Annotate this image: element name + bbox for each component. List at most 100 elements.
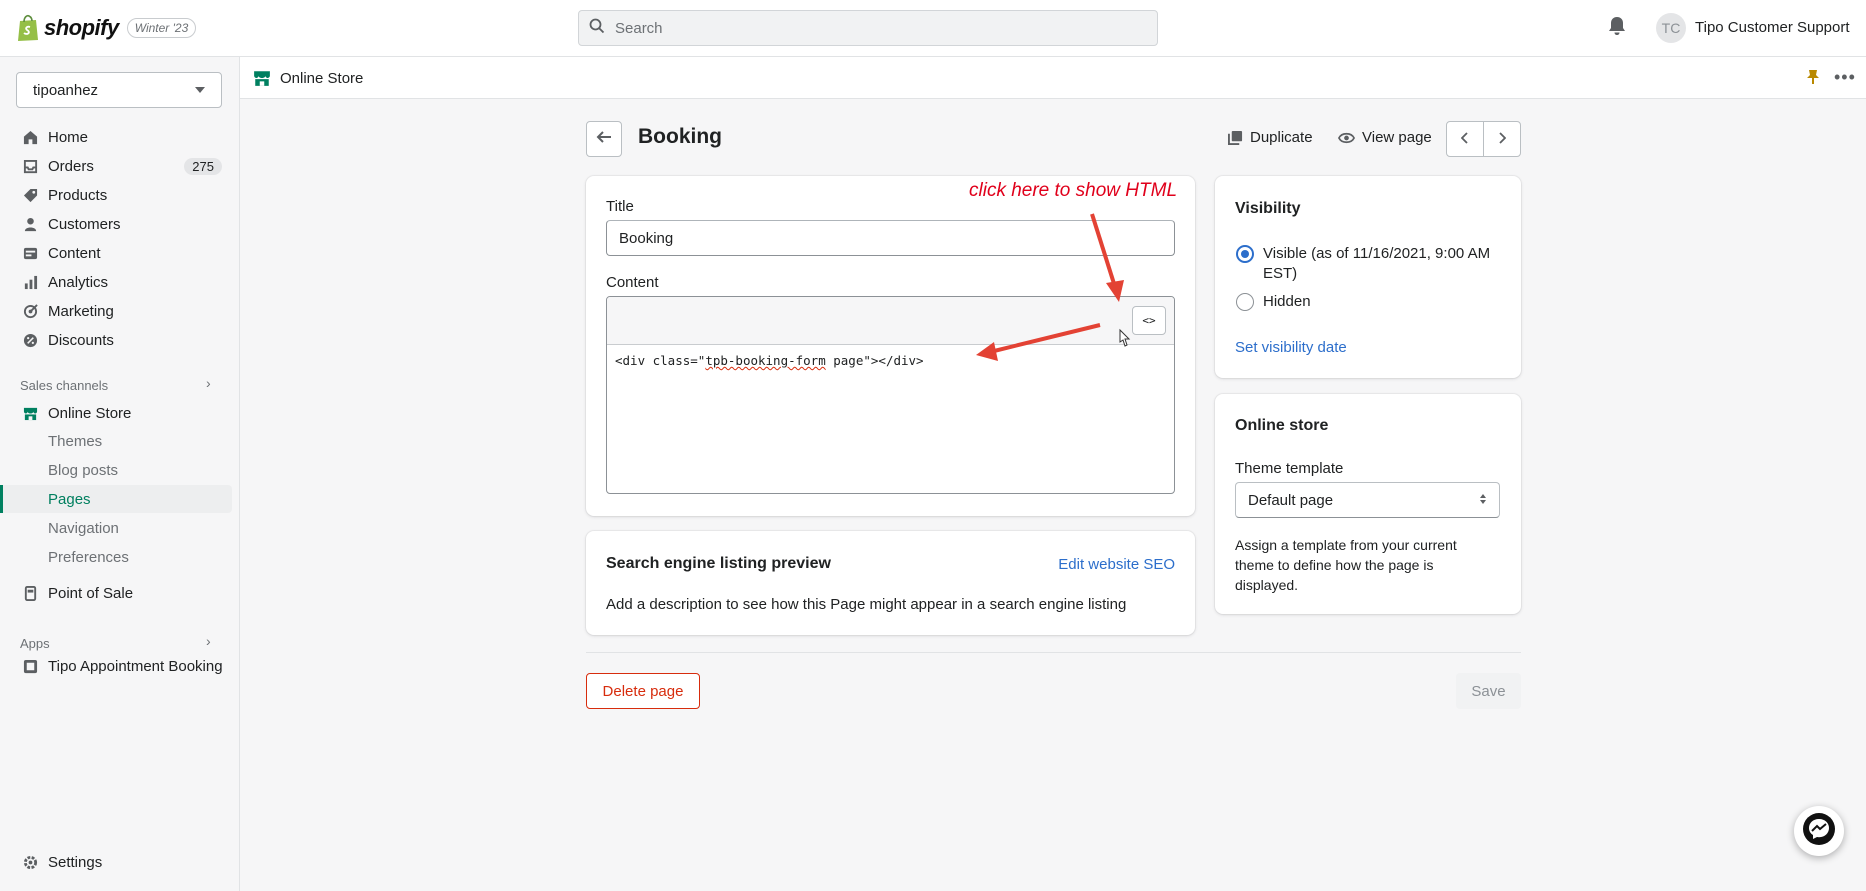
shopify-logo[interactable]: shopify Winter '23 bbox=[16, 14, 197, 42]
person-icon bbox=[22, 216, 38, 232]
sidebar-item-blog-posts[interactable]: Blog posts bbox=[0, 456, 232, 484]
visibility-heading: Visibility bbox=[1235, 200, 1301, 217]
messenger-chat-button[interactable] bbox=[1794, 806, 1844, 856]
visibility-card: Visibility Visible (as of 11/16/2021, 9:… bbox=[1215, 176, 1521, 378]
sidebar-item-label: Home bbox=[48, 128, 89, 146]
shopify-bag-icon bbox=[16, 14, 40, 42]
html-code-area[interactable]: <div class="tpb-booking-form page"></div… bbox=[607, 345, 1174, 376]
sidebar-item-label: Analytics bbox=[48, 273, 109, 291]
chevron-right-icon bbox=[1498, 131, 1507, 148]
arrow-left-icon bbox=[596, 130, 612, 148]
avatar[interactable]: TC bbox=[1656, 13, 1686, 43]
sidebar-item-label: Point of Sale bbox=[48, 584, 134, 602]
content-editor[interactable]: <> <div class="tpb-booking-form page"></… bbox=[606, 296, 1175, 494]
save-button[interactable]: Save bbox=[1456, 673, 1521, 709]
discount-icon bbox=[22, 332, 38, 348]
tag-icon bbox=[22, 187, 38, 203]
sidebar-item-label: Discounts bbox=[48, 331, 114, 349]
sidebar-item-marketing[interactable]: Marketing bbox=[0, 297, 232, 325]
previous-page-button[interactable] bbox=[1447, 122, 1484, 156]
top-bar: shopify Winter '23 Search TC Tipo Custom… bbox=[0, 0, 1866, 57]
pin-icon[interactable] bbox=[1806, 69, 1820, 89]
sidebar-item-themes[interactable]: Themes bbox=[0, 427, 232, 455]
sidebar-item-label: Orders bbox=[48, 157, 94, 175]
hidden-label: Hidden bbox=[1263, 293, 1311, 310]
sidebar: tipoanhez Home Orders 275 Products Custo… bbox=[0, 57, 240, 891]
delete-page-button[interactable]: Delete page bbox=[586, 673, 700, 709]
annotation-text: click here to show HTML bbox=[969, 180, 1178, 201]
edition-badge: Winter '23 bbox=[126, 18, 197, 38]
sidebar-item-discounts[interactable]: Discounts bbox=[0, 326, 232, 354]
bell-icon[interactable] bbox=[1608, 16, 1626, 40]
select-arrows-icon bbox=[1479, 492, 1487, 509]
orders-count-badge: 275 bbox=[184, 157, 222, 175]
sidebar-item-label: Content bbox=[48, 244, 101, 262]
caret-down-icon bbox=[195, 87, 205, 93]
back-button[interactable] bbox=[586, 121, 622, 157]
chevron-right-icon[interactable]: › bbox=[206, 633, 211, 649]
visible-radio[interactable] bbox=[1236, 245, 1254, 263]
sidebar-item-online-store[interactable]: Online Store bbox=[0, 399, 232, 427]
online-store-heading: Online store bbox=[1235, 417, 1329, 434]
sidebar-item-analytics[interactable]: Analytics bbox=[0, 268, 232, 296]
sidebar-item-label: Customers bbox=[48, 215, 121, 233]
user-name[interactable]: Tipo Customer Support bbox=[1695, 19, 1850, 36]
sidebar-item-navigation[interactable]: Navigation bbox=[0, 514, 232, 542]
sidebar-item-preferences[interactable]: Preferences bbox=[0, 543, 232, 571]
sidebar-item-pages[interactable]: Pages bbox=[0, 485, 232, 513]
visible-label: Visible (as of 11/16/2021, 9:00 AM EST) bbox=[1263, 245, 1491, 282]
code-suffix: page"></div> bbox=[825, 353, 924, 368]
view-page-label: View page bbox=[1362, 129, 1432, 146]
view-page-button[interactable]: View page bbox=[1338, 129, 1432, 146]
online-store-card: Online store Theme template Default page… bbox=[1215, 394, 1521, 614]
search-placeholder: Search bbox=[615, 19, 663, 37]
hidden-radio[interactable] bbox=[1236, 293, 1254, 311]
set-visibility-date-link[interactable]: Set visibility date bbox=[1235, 339, 1347, 356]
online-store-header: Online Store ••• bbox=[240, 57, 1866, 99]
sidebar-item-label: Tipo Appointment Booking bbox=[48, 657, 223, 675]
pos-icon bbox=[22, 585, 38, 601]
duplicate-button[interactable]: Duplicate bbox=[1228, 129, 1313, 146]
analytics-icon bbox=[22, 274, 38, 290]
store-selector[interactable]: tipoanhez bbox=[16, 72, 222, 108]
title-value: Booking bbox=[619, 229, 674, 247]
page-title: Booking bbox=[638, 125, 722, 148]
duplicate-icon bbox=[1228, 130, 1243, 145]
sidebar-item-home[interactable]: Home bbox=[0, 123, 232, 151]
title-label: Title bbox=[606, 198, 634, 215]
search-input[interactable]: Search bbox=[578, 10, 1158, 46]
edit-seo-link[interactable]: Edit website SEO bbox=[1058, 556, 1175, 573]
brand-name: shopify bbox=[44, 15, 119, 40]
sidebar-item-orders[interactable]: Orders 275 bbox=[0, 152, 232, 180]
seo-description: Add a description to see how this Page m… bbox=[606, 596, 1127, 613]
sales-channels-label: Sales channels bbox=[20, 378, 109, 393]
duplicate-label: Duplicate bbox=[1250, 129, 1313, 146]
code-class-name: tpb-booking-form bbox=[705, 353, 826, 368]
next-page-button[interactable] bbox=[1484, 122, 1520, 156]
sidebar-item-customers[interactable]: Customers bbox=[0, 210, 232, 238]
sidebar-item-point-of-sale[interactable]: Point of Sale bbox=[0, 579, 232, 607]
more-actions-icon[interactable]: ••• bbox=[1834, 67, 1856, 88]
search-icon bbox=[589, 18, 605, 38]
app-icon bbox=[22, 658, 38, 674]
store-icon bbox=[22, 405, 38, 421]
gear-icon bbox=[22, 854, 38, 870]
seo-heading: Search engine listing preview bbox=[606, 555, 831, 572]
show-html-button[interactable]: <> bbox=[1132, 306, 1166, 335]
sidebar-item-label: Settings bbox=[48, 853, 103, 871]
sidebar-item-label: Products bbox=[48, 186, 108, 204]
sidebar-item-label: Online Store bbox=[48, 404, 132, 422]
eye-icon bbox=[1338, 132, 1355, 144]
home-icon bbox=[22, 129, 38, 145]
sidebar-item-content[interactable]: Content bbox=[0, 239, 232, 267]
sidebar-item-tipo-app[interactable]: Tipo Appointment Booking bbox=[0, 652, 232, 680]
page-pagination bbox=[1446, 121, 1521, 157]
chevron-right-icon[interactable]: › bbox=[206, 375, 211, 391]
sidebar-item-products[interactable]: Products bbox=[0, 181, 232, 209]
title-field[interactable]: Booking bbox=[606, 220, 1175, 256]
sidebar-item-settings[interactable]: Settings bbox=[0, 848, 232, 876]
theme-template-select[interactable]: Default page bbox=[1235, 482, 1500, 518]
code-prefix: <div class=" bbox=[615, 353, 706, 368]
marketing-icon bbox=[22, 303, 38, 319]
store-name: tipoanhez bbox=[33, 81, 99, 99]
